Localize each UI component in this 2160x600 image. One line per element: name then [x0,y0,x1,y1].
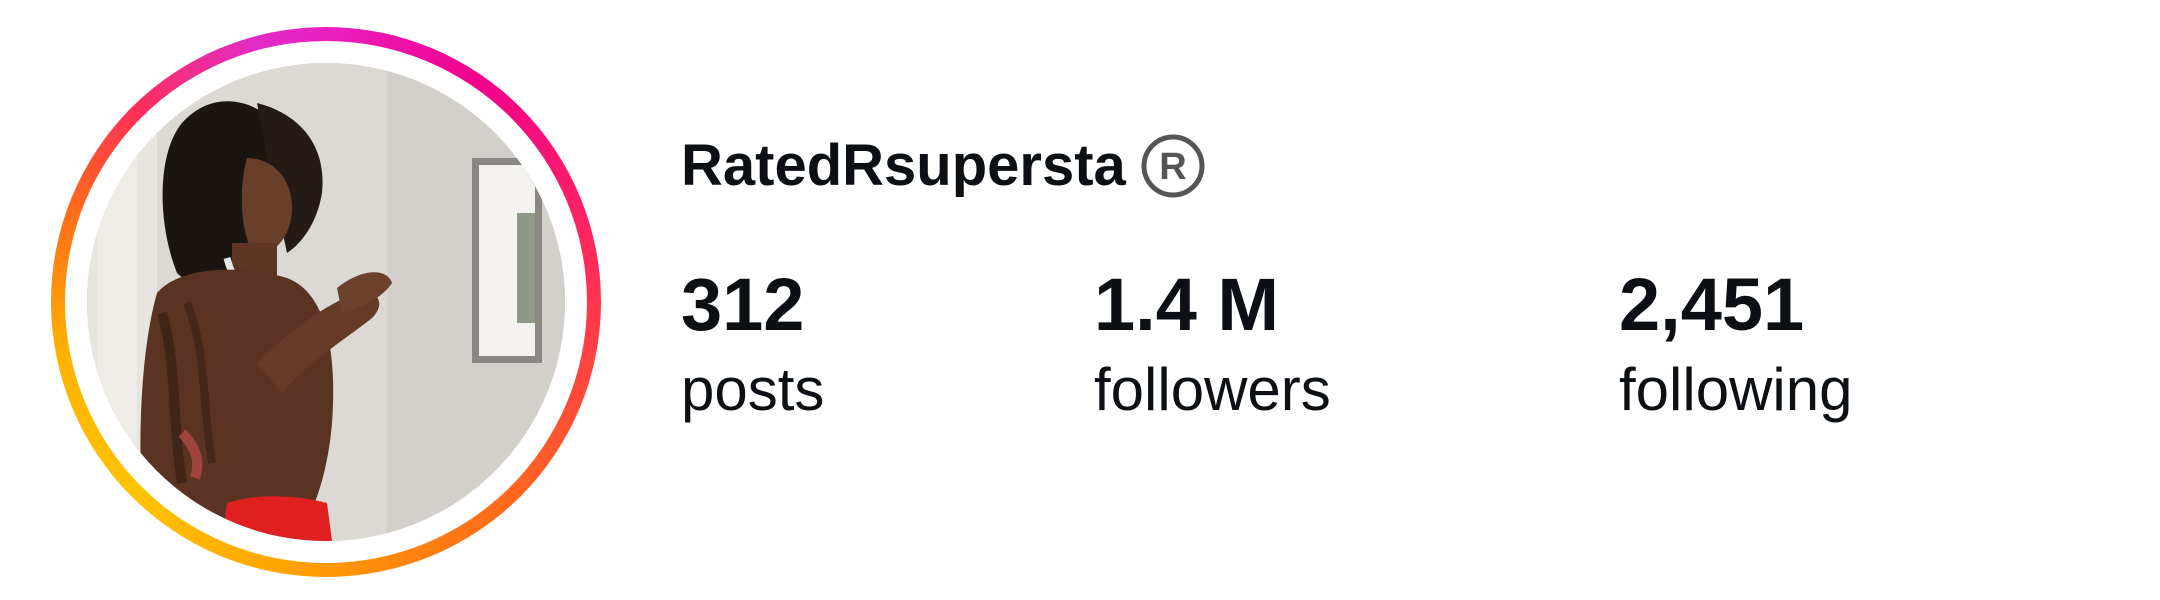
avatar-image [87,63,565,541]
following-count: 2,451 [1619,263,1805,346]
username-row: RatedRsupersta R [681,126,1206,206]
posts-label: posts [681,356,825,423]
registered-trademark-icon: R [1141,134,1205,198]
posts-count: 312 [681,263,805,346]
profile-username[interactable]: RatedRsupersta [681,137,1126,195]
stat-following[interactable]: 2,451 following [1619,268,1852,420]
followers-label: followers [1094,356,1331,423]
svg-text:R: R [1159,146,1186,188]
following-label: following [1619,356,1853,423]
stat-followers[interactable]: 1.4 M followers [1094,268,1331,420]
stat-posts[interactable]: 312 posts [681,268,824,420]
profile-avatar-story-ring[interactable] [51,27,601,577]
followers-count: 1.4 M [1094,263,1280,346]
avatar[interactable] [87,63,565,541]
